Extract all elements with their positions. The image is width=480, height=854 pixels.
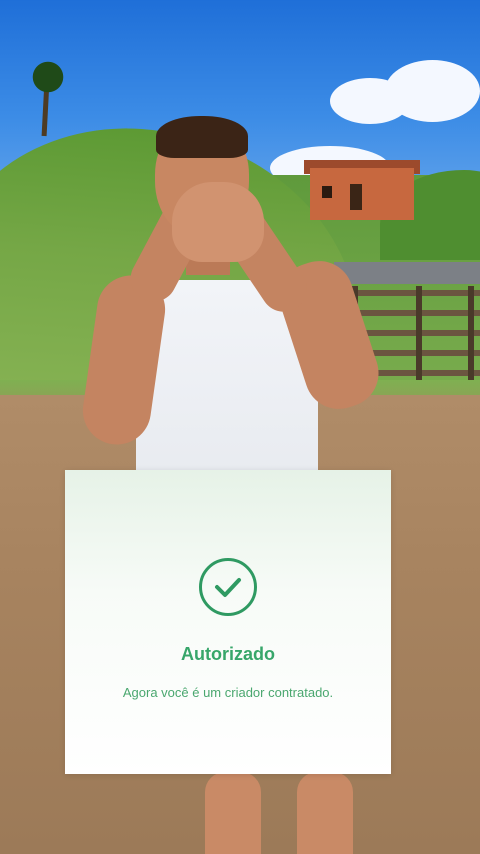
dialog-message: Agora você é um criador contratado. xyxy=(122,685,334,700)
person-hair xyxy=(156,116,248,158)
checkmark-icon xyxy=(215,578,241,597)
house-door xyxy=(350,184,362,210)
dialog-title: Autorizado xyxy=(181,644,275,664)
person-hands xyxy=(172,182,264,262)
palm-tree-leaves xyxy=(18,48,78,106)
shed-roof xyxy=(334,262,480,284)
leg xyxy=(297,772,353,854)
check-circle-icon xyxy=(199,558,257,616)
fence-post xyxy=(416,286,422,380)
person-legs xyxy=(205,772,365,854)
fence-post xyxy=(468,286,474,380)
leg xyxy=(205,772,261,854)
authorization-dialog: Autorizado Agora você é um criador contr… xyxy=(65,470,391,774)
cloud xyxy=(385,60,480,122)
house-window xyxy=(322,186,332,198)
